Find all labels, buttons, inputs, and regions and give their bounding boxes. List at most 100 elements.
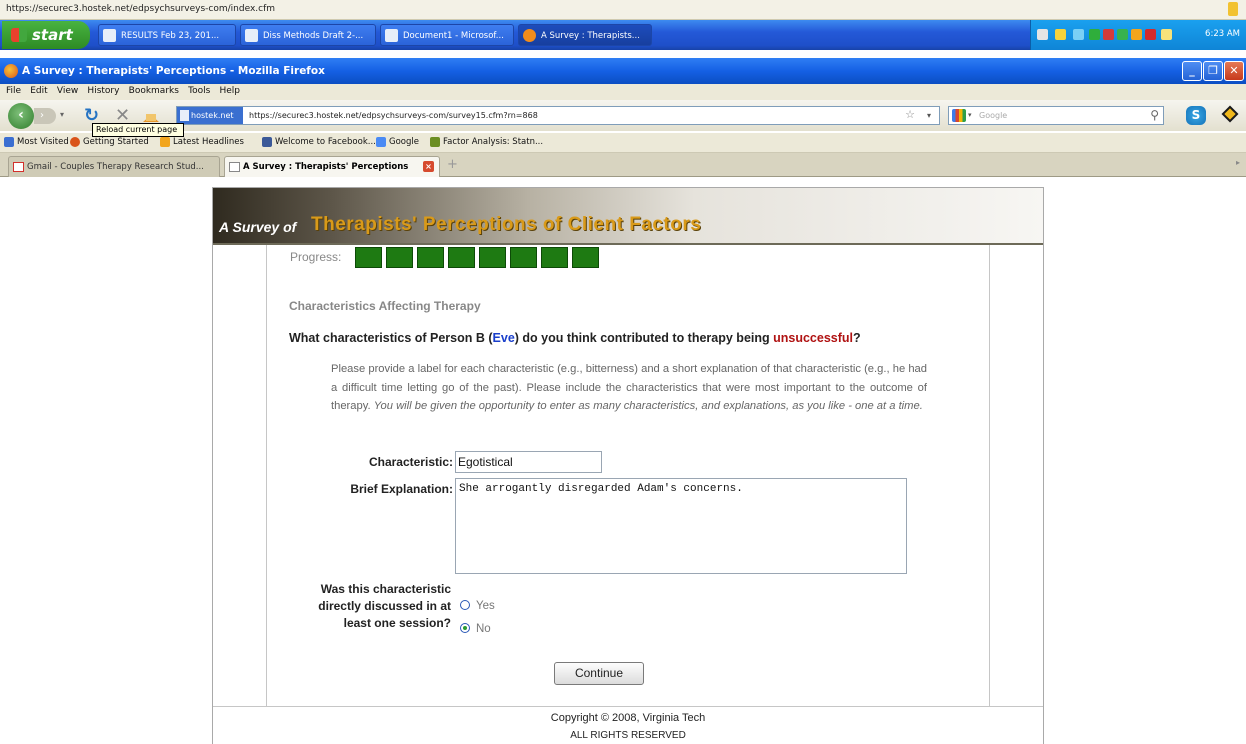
menu-edit[interactable]: Edit: [30, 86, 47, 96]
start-button[interactable]: start: [2, 21, 90, 49]
firefox-icon: [70, 137, 80, 147]
progress-segment: [386, 247, 413, 268]
bookmark-latest-headlines[interactable]: Latest Headlines: [160, 137, 244, 147]
taskbar-task-survey[interactable]: A Survey : Therapists...: [518, 24, 652, 46]
menu-view[interactable]: View: [57, 86, 78, 96]
tray-update-icon[interactable]: [1131, 29, 1142, 40]
option-yes-label: Yes: [476, 600, 495, 612]
maximize-button[interactable]: ❐: [1203, 61, 1223, 81]
close-window-button[interactable]: ✕: [1224, 61, 1244, 81]
tab-survey[interactable]: A Survey : Therapists' Perceptions ×: [224, 156, 440, 177]
characteristic-input[interactable]: [455, 451, 602, 473]
tray-network-icon[interactable]: [1055, 29, 1066, 40]
bookmark-label: Welcome to Facebook...: [275, 137, 376, 147]
bookmark-getting-started[interactable]: Getting Started: [70, 137, 149, 147]
characteristic-label: Characteristic:: [368, 455, 453, 469]
survey-page: A Survey of Therapists' Perceptions of C…: [212, 187, 1044, 744]
bookmark-factor-analysis[interactable]: Factor Analysis: Statn...: [430, 137, 543, 147]
tray-bluetooth-icon[interactable]: [1073, 29, 1084, 40]
back-button[interactable]: ‹: [8, 103, 34, 129]
new-tab-button[interactable]: +: [447, 157, 458, 172]
addon-icon[interactable]: [1222, 106, 1238, 124]
radio-no[interactable]: [460, 623, 470, 633]
firefox-icon: [4, 64, 18, 78]
tab-strip: Gmail - Couples Therapy Research Stud...…: [0, 153, 1246, 177]
lock-icon: [1228, 2, 1238, 16]
explanation-label: Brief Explanation:: [350, 482, 453, 496]
explanation-input[interactable]: She arrogantly disregarded Adam's concer…: [455, 478, 907, 574]
taskbar-task-results[interactable]: RESULTS Feb 23, 201...: [98, 24, 236, 46]
menu-help[interactable]: Help: [219, 86, 240, 96]
option-no-label: No: [476, 623, 491, 635]
history-dropdown-icon[interactable]: ▾: [60, 110, 64, 119]
progress-segment: [479, 247, 506, 268]
bookmark-star-icon[interactable]: ☆: [905, 108, 915, 121]
taskbar-task-diss-methods[interactable]: Diss Methods Draft 2-...: [240, 24, 376, 46]
home-icon[interactable]: [143, 107, 159, 122]
tray-security-icon[interactable]: [1117, 29, 1128, 40]
menu-tools[interactable]: Tools: [188, 86, 210, 96]
site-identity-button[interactable]: hostek.net: [177, 107, 243, 124]
tab-label: Gmail - Couples Therapy Research Stud...: [27, 162, 204, 172]
bookmark-most-visited[interactable]: Most Visited: [4, 137, 69, 147]
section-heading: Characteristics Affecting Therapy: [289, 299, 481, 313]
question-end: ?: [853, 331, 861, 345]
radio-yes[interactable]: [460, 600, 470, 610]
taskbar: start RESULTS Feb 23, 201... Diss Method…: [0, 20, 1246, 50]
instructions-italic: You will be given the opportunity to ent…: [373, 400, 923, 412]
question-mid: ) do you think contributed to therapy be…: [514, 331, 774, 345]
menu-bookmarks[interactable]: Bookmarks: [129, 86, 179, 96]
taskbar-task-document1[interactable]: Document1 - Microsof...: [380, 24, 514, 46]
progress-segment: [355, 247, 382, 268]
google-icon[interactable]: [952, 109, 966, 122]
footer-divider: [213, 706, 1043, 707]
status-url: https://securec3.hostek.net/edpsychsurve…: [6, 4, 276, 14]
bookmark-label: Getting Started: [83, 137, 149, 147]
address-dropdown-icon[interactable]: ▾: [927, 111, 931, 120]
menu-history[interactable]: History: [87, 86, 119, 96]
question-person: Eve: [492, 331, 515, 345]
progress-bar: [355, 247, 601, 269]
tray-mail-icon[interactable]: [1103, 29, 1114, 40]
menu-file[interactable]: File: [6, 86, 21, 96]
tray-app-icon[interactable]: [1037, 29, 1048, 40]
tray-antivirus-icon[interactable]: [1145, 29, 1156, 40]
task-label: RESULTS Feb 23, 201...: [121, 31, 220, 41]
tab-list-icon[interactable]: ▸: [1236, 158, 1240, 167]
address-bar[interactable]: hostek.net https://securec3.hostek.net/e…: [176, 106, 940, 125]
minimize-button[interactable]: _: [1182, 61, 1202, 81]
progress-segment: [417, 247, 444, 268]
word-icon: [245, 29, 258, 42]
search-icon[interactable]: ⚲: [1150, 108, 1159, 122]
option-yes[interactable]: Yes: [460, 600, 495, 612]
system-tray: 6:23 AM: [1030, 20, 1246, 50]
search-box[interactable]: ▾ Google ⚲: [948, 106, 1164, 125]
bookmark-facebook[interactable]: Welcome to Facebook...: [262, 137, 376, 147]
tray-sync-icon[interactable]: [1089, 29, 1100, 40]
close-tab-icon[interactable]: ×: [423, 161, 434, 172]
search-engine-dropdown-icon[interactable]: ▾: [968, 111, 972, 119]
skype-icon[interactable]: S: [1186, 106, 1206, 125]
task-label: Document1 - Microsof...: [403, 31, 504, 41]
page-icon: [229, 162, 240, 172]
progress-label: Progress:: [290, 250, 342, 264]
tray-volume-icon[interactable]: [1161, 29, 1172, 40]
address-text[interactable]: https://securec3.hostek.net/edpsychsurve…: [249, 111, 538, 120]
bookmarks-toolbar: Most Visited Getting Started Latest Head…: [0, 133, 1246, 153]
discussed-question: Was this characteristic directly discuss…: [318, 582, 451, 630]
tab-label: A Survey : Therapists' Perceptions: [243, 162, 409, 172]
option-no[interactable]: No: [460, 623, 491, 635]
banner-prefix: A Survey of: [219, 219, 297, 235]
survey-banner: A Survey of Therapists' Perceptions of C…: [213, 188, 1043, 244]
taskbar-clock[interactable]: 6:23 AM: [1205, 29, 1240, 39]
continue-button[interactable]: Continue: [554, 662, 644, 685]
windows-logo-icon: [11, 28, 27, 42]
forward-button[interactable]: ›: [34, 108, 56, 124]
progress-segment: [448, 247, 475, 268]
bookmark-label: Most Visited: [17, 137, 69, 147]
rss-icon: [160, 137, 170, 147]
progress-segment: [572, 247, 599, 268]
question-pre: What characteristics of Person B (: [289, 331, 493, 345]
tab-gmail[interactable]: Gmail - Couples Therapy Research Stud...: [8, 156, 220, 177]
bookmark-google[interactable]: Google: [376, 137, 419, 147]
